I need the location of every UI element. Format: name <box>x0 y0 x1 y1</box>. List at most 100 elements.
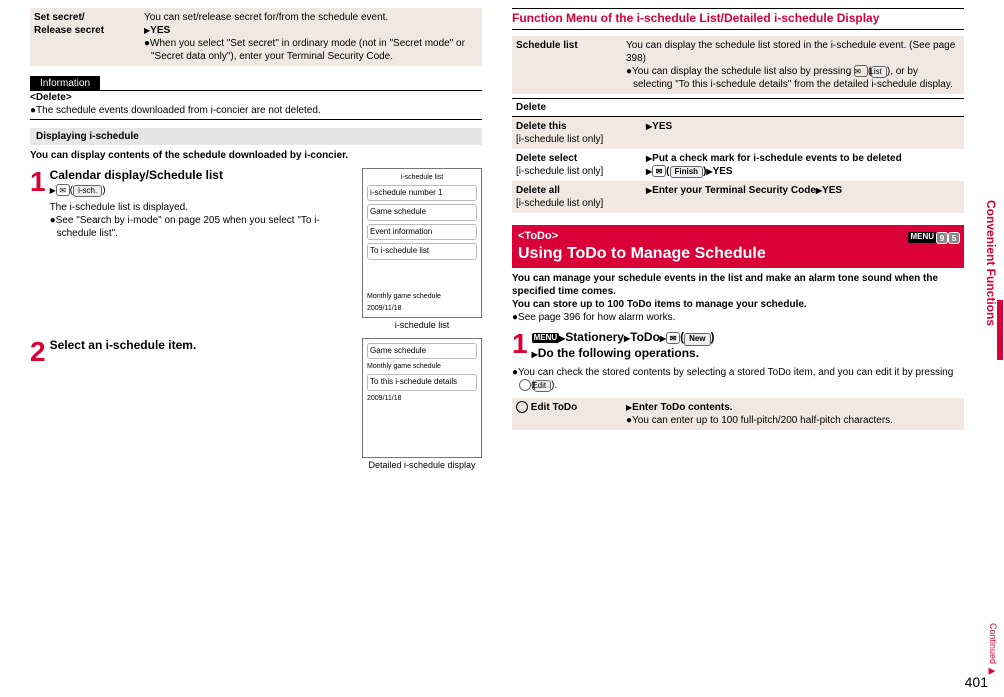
edit-button[interactable]: Edit <box>534 380 551 392</box>
del2-label: Delete select <box>516 153 577 164</box>
set-secret-line1: You can set/release secret for/from the … <box>144 11 478 24</box>
edit-todo-label: Edit ToDo <box>512 398 622 417</box>
step-1: 1 Calendar display/Schedule list ✉(i-sch… <box>30 168 482 332</box>
schedule-list-row: Schedule list You can display the schedu… <box>512 36 964 94</box>
del3-label: Delete all <box>516 185 560 196</box>
delete-all-row: Delete all [i-schedule list only] Enter … <box>512 181 964 213</box>
right-column: Function Menu of the i-schedule List/Det… <box>512 8 964 471</box>
list-button[interactable]: List <box>871 66 886 78</box>
isch-button[interactable]: i-sch. <box>73 185 102 197</box>
edit-todo-text: Edit ToDo <box>531 402 577 413</box>
step-1-l2: ●See "Search by i-mode" on page 205 when… <box>50 214 352 240</box>
phone1-r1: i-schedule number 1 <box>367 185 477 201</box>
sched-l2-text: You can display the schedule list also b… <box>632 66 851 77</box>
sidebar-tab <box>997 300 1003 360</box>
phone-mock-2: Game schedule Monthly game schedule To t… <box>362 338 482 472</box>
todo-step-number: 1 <box>512 330 528 358</box>
step-2-title: Select an i-schedule item. <box>50 338 352 354</box>
set-secret-line2: ●When you select "Set secret" in ordinar… <box>144 37 478 63</box>
phone-mock-1: i-schedule list i-schedule number 1 Game… <box>362 168 482 332</box>
function-menu-head: Function Menu of the i-schedule List/Det… <box>512 9 964 29</box>
todo-p3-text: See page 396 for how alarm works. <box>518 312 675 323</box>
information-block: Information <Delete> ●The schedule event… <box>30 76 482 120</box>
del3-sub: [i-schedule list only] <box>516 198 603 209</box>
phone2-r3: To this i-schedule details <box>367 374 477 390</box>
todo-label: ToDo <box>630 330 660 344</box>
todo-step-line2: Do the following operations. <box>512 346 964 362</box>
todo-p3: ●See page 396 for how alarm works. <box>512 311 964 324</box>
sched-l2: ●You can display the schedule list also … <box>626 65 960 91</box>
todo-step-l1: You can check the stored contents by sel… <box>518 367 953 378</box>
del2-val2: YES <box>713 166 733 177</box>
finish-button[interactable]: Finish <box>670 166 704 178</box>
mail-icon-2: ✉ <box>854 65 868 77</box>
step-1-number: 1 <box>30 168 46 196</box>
step-1-title: Calendar display/Schedule list <box>50 168 352 184</box>
phone2-caption: Detailed i-schedule display <box>362 460 482 472</box>
del1-sub: [i-schedule list only] <box>516 134 603 145</box>
delete-this-row: Delete this [i-schedule list only] YES <box>512 117 964 149</box>
displaying-ischedule-head: Displaying i-schedule <box>30 128 482 145</box>
delete-this-label: Delete this [i-schedule list only] <box>512 117 642 149</box>
continued-label: Continued ▶ <box>986 623 998 677</box>
phone1-r4: To i-schedule list <box>367 243 477 259</box>
phone1-r2: Game schedule <box>367 204 477 220</box>
step-1-l1: The i-schedule list is displayed. <box>50 201 352 214</box>
phone1-title: i-schedule list <box>367 173 477 182</box>
set-secret-row: Set secret/ Release secret You can set/r… <box>30 8 482 66</box>
page-content: Set secret/ Release secret You can set/r… <box>0 0 1004 479</box>
delete-subhead: <Delete> <box>30 91 482 104</box>
yes-label: YES <box>150 25 170 36</box>
phone1-r3: Event information <box>367 224 477 240</box>
edit-todo-val: Enter ToDo contents. ●You can enter up t… <box>622 398 964 430</box>
step-2: 2 Select an i-schedule item. Game schedu… <box>30 338 482 472</box>
phone2-r1: Game schedule <box>367 343 477 359</box>
delete-body-text: The schedule events downloaded from i-co… <box>36 105 321 116</box>
phone1-r5: Monthly game schedule <box>367 292 477 301</box>
delete-select-label: Delete select [i-schedule list only] <box>512 149 642 181</box>
edit-v2-wrap: ●You can enter up to 100 full-pitch/200 … <box>626 414 960 427</box>
step-1-l2-text: See "Search by i-mode" on page 205 when … <box>56 215 320 239</box>
phone1-caption: i-schedule list <box>362 320 482 332</box>
todo-p2: You can store up to 100 ToDo items to ma… <box>512 298 964 311</box>
new-button[interactable]: New <box>684 333 710 345</box>
todo-head: <ToDo> Using ToDo to Manage Schedule MEN… <box>512 225 964 268</box>
edit-v2: You can enter up to 100 full-pitch/200 h… <box>632 415 893 426</box>
circle-key-icon-2 <box>516 401 528 413</box>
del2-val: Put a check mark for i-schedule events t… <box>642 149 964 181</box>
circle-key-icon <box>519 379 531 391</box>
todo-title: Using ToDo to Manage Schedule <box>518 244 958 265</box>
continued-text: Continued <box>988 623 998 664</box>
menu-shortcut: MENU95 <box>908 227 960 245</box>
todo-tag: <ToDo> <box>518 229 958 243</box>
todo-section: <ToDo> Using ToDo to Manage Schedule MEN… <box>512 225 964 430</box>
phone1-r6: 2009/11/18 <box>367 304 477 313</box>
page-number: 401 <box>965 673 988 691</box>
sched-l1: You can display the schedule list stored… <box>626 39 960 65</box>
todo-step-line1: MENUStationeryToDo✉(New) <box>512 330 964 346</box>
delete-body: ●The schedule events downloaded from i-c… <box>30 104 482 117</box>
set-secret-yes: YES <box>144 24 478 37</box>
left-column: Set secret/ Release secret You can set/r… <box>30 8 482 471</box>
phone2-r2: Monthly game schedule <box>367 362 477 371</box>
delete-block: Delete this [i-schedule list only] YES D… <box>512 117 964 213</box>
do-following-label: Do the following operations. <box>538 346 699 360</box>
del2-val1: Put a check mark for i-schedule events t… <box>652 153 902 164</box>
del1-val: YES <box>642 117 964 136</box>
del3-val-text: Enter your Terminal Security Code <box>652 185 816 196</box>
step-1-action: ✉(i-sch.) <box>50 184 352 197</box>
menu-icon: MENU <box>908 232 936 242</box>
mail-icon-4: ✉ <box>666 332 680 344</box>
set-secret-label: Set secret/ Release secret <box>30 8 140 40</box>
del1-label: Delete this <box>516 121 567 132</box>
code-9: 9 <box>936 232 948 244</box>
phone2-r4: 2009/11/18 <box>367 394 477 403</box>
sidebar-label: Convenient Functions <box>982 200 998 326</box>
information-badge: Information <box>30 76 100 91</box>
menu-icon-2: MENU <box>532 333 560 343</box>
del3-val2: YES <box>822 185 842 196</box>
delete-all-label: Delete all [i-schedule list only] <box>512 181 642 213</box>
mail-icon-3: ✉ <box>652 165 666 177</box>
todo-step-note: ●You can check the stored contents by se… <box>512 366 964 392</box>
delete-select-row: Delete select [i-schedule list only] Put… <box>512 149 964 181</box>
